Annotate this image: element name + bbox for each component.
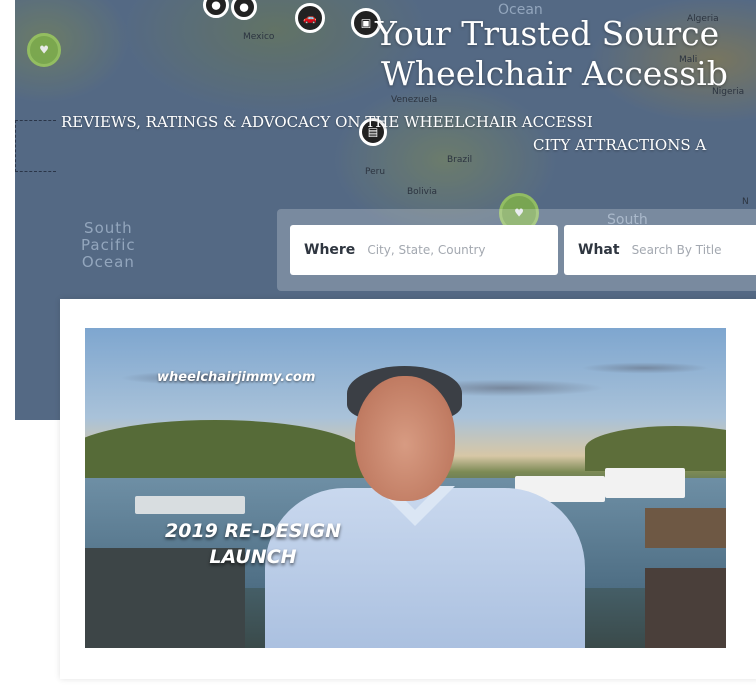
what-field[interactable]: What (564, 225, 756, 275)
map-pin[interactable]: ● (203, 0, 229, 18)
marker-icon: ● (211, 0, 221, 12)
where-label: Where (304, 242, 356, 258)
launch-line1: 2019 RE-DESIGN (165, 520, 341, 542)
map-pin-car[interactable]: 🚗 (295, 3, 325, 33)
what-input[interactable] (627, 243, 756, 257)
search-bar: Where What (277, 209, 756, 291)
marker-icon: ● (239, 0, 249, 14)
hero-subtitle-line1: REVIEWS, RATINGS & ADVOCACY ON THE WHEEL… (61, 113, 593, 131)
featured-card: wheelchairjimmy.com 2019 RE-DESIGN LAUNC… (60, 299, 756, 679)
video-thumbnail[interactable]: wheelchairjimmy.com 2019 RE-DESIGN LAUNC… (85, 328, 726, 648)
map-label-venezuela: Venezuela (391, 95, 438, 105)
roof (645, 568, 726, 648)
hero-subtitle-line2: CITY ATTRACTIONS A (533, 136, 707, 154)
map-label-mexico: Mexico (243, 32, 275, 42)
hero-title-line2: Wheelchair Accessib (381, 54, 728, 93)
where-field[interactable]: Where (290, 225, 558, 275)
where-input[interactable] (363, 243, 558, 257)
cup-icon: ♥ (39, 43, 49, 57)
boat (605, 468, 685, 498)
map-label-edge: N (742, 197, 749, 207)
map-label-peru: Peru (365, 167, 386, 177)
boat (135, 496, 245, 514)
map-border-line (15, 120, 56, 172)
map-label-bolivia: Bolivia (407, 187, 438, 197)
person-face (355, 376, 455, 501)
what-label: What (578, 242, 620, 258)
map-label-south-pacific: South Pacific Ocean (81, 219, 136, 271)
hero-title: Your Trusted Source Wheelchair Accessib (375, 14, 756, 94)
video-watermark: wheelchairjimmy.com (157, 370, 316, 385)
hero-title-line1: Your Trusted Source (375, 14, 720, 53)
launch-line2: LAUNCH (209, 546, 297, 568)
car-icon: 🚗 (303, 11, 317, 25)
hill (585, 426, 726, 471)
map-pin[interactable]: ● (231, 0, 257, 20)
map-pin-green[interactable]: ♥ (27, 33, 61, 67)
hero-subtitle: REVIEWS, RATINGS & ADVOCACY ON THE WHEEL… (61, 111, 706, 157)
building-icon: ▣ (360, 16, 372, 30)
launch-caption: 2019 RE-DESIGN LAUNCH (165, 518, 341, 570)
dock (645, 508, 726, 548)
